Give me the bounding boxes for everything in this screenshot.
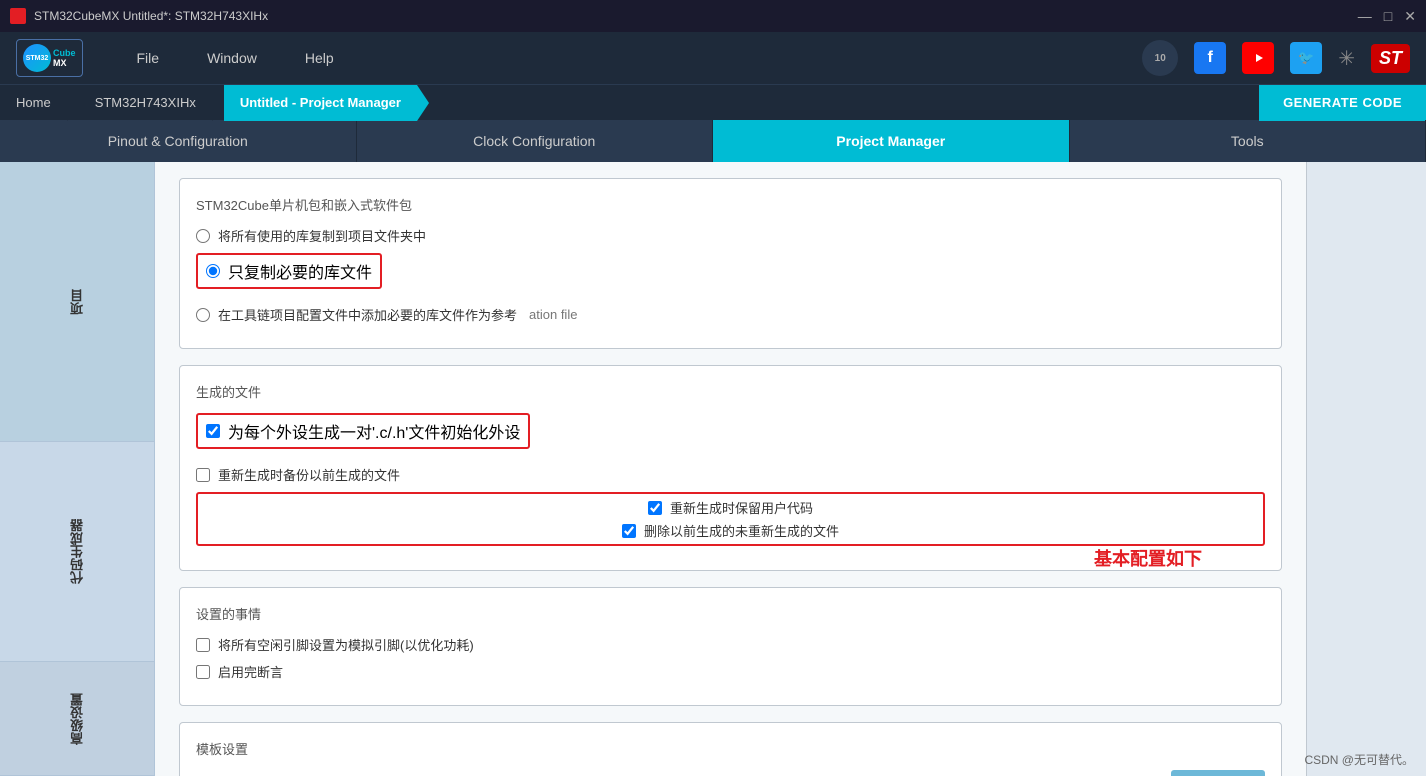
generated-files-wrapper: 生成的文件 为每个外设生成一对'.c/.h'文件初始化外设 重新生成时备份以前生… (179, 365, 1282, 571)
title-bar: STM32CubeMX Untitled*: STM32H743XIHx — □… (0, 0, 1426, 32)
generate-code-button[interactable]: GENERATE CODE (1259, 85, 1426, 121)
menu-window[interactable]: Window (183, 32, 281, 84)
checkbox-analog-pins-label: 将所有空闲引脚设置为模拟引脚(以优化功耗) (218, 635, 474, 654)
checkbox-assert[interactable]: 启用完断言 (196, 662, 1265, 681)
checkbox-delete-old-input[interactable] (622, 524, 636, 538)
checkbox-assert-input[interactable] (196, 665, 210, 679)
checkbox-backup[interactable]: 重新生成时备份以前生成的文件 (196, 465, 1265, 484)
menu-right-icons: 10 f 🐦 ✳ ST (1142, 40, 1410, 76)
breadcrumb-project-manager[interactable]: Untitled - Project Manager (224, 85, 417, 121)
radio-copy-all-input[interactable] (196, 229, 210, 243)
content-area: STM32Cube单片机包和嵌入式软件包 将所有使用的库复制到项目文件夹中 只复… (155, 162, 1306, 776)
main-area: 项目 代码生成器 高级设置 STM32Cube单片机包和嵌入式软件包 将所有使用… (0, 162, 1426, 776)
menu-bar: STM32 Cube MX File Window Help 10 f 🐦 ✳ … (0, 32, 1426, 84)
right-panel (1306, 162, 1426, 776)
checkbox-keep-user-label: 重新生成时保留用户代码 (670, 498, 813, 517)
checkbox-keep-user-wrapper: 重新生成时保留用户代码 删除以前生成的未重新生成的文件 (196, 492, 1265, 546)
checkbox-assert-label: 启用完断言 (218, 662, 283, 681)
app-icon (10, 8, 26, 24)
close-btn[interactable]: ✕ (1404, 8, 1416, 25)
menu-file[interactable]: File (113, 32, 184, 84)
checkbox-backup-input[interactable] (196, 468, 210, 482)
tab-bar: Pinout & Configuration Clock Configurati… (0, 120, 1426, 162)
settings-section-title: 设置的事情 (196, 604, 1265, 623)
sidebar-item-code-gen[interactable]: 代码生成器 (0, 442, 154, 662)
logo: STM32 Cube MX (16, 39, 83, 77)
checkbox-keep-user[interactable]: 重新生成时保留用户代码 (648, 498, 813, 517)
radio-reference-input[interactable] (196, 308, 210, 322)
watermark: CSDN @无可替代。 (1304, 751, 1414, 768)
minimize-btn[interactable]: — (1358, 8, 1372, 25)
star-network-icon: ✳ (1338, 46, 1355, 71)
tab-tools[interactable]: Tools (1070, 120, 1426, 162)
radio-reference[interactable]: 在工具链项目配置文件中添加必要的库文件作为参考 ation file (196, 305, 1265, 324)
breadcrumb-home[interactable]: Home (0, 85, 67, 121)
generated-files-section: 生成的文件 为每个外设生成一对'.c/.h'文件初始化外设 重新生成时备份以前生… (179, 365, 1282, 571)
checkbox-keep-user-input[interactable] (648, 501, 662, 515)
checkbox-analog-pins[interactable]: 将所有空闲引脚设置为模拟引脚(以优化功耗) (196, 635, 1265, 654)
annotation-text: 基本配置如下 (1094, 545, 1202, 571)
menu-help[interactable]: Help (281, 32, 358, 84)
sidebar: 项目 代码生成器 高级设置 (0, 162, 155, 776)
template-section-title: 模板设置 (196, 739, 1265, 758)
tab-clock[interactable]: Clock Configuration (357, 120, 714, 162)
sidebar-sections: 项目 代码生成器 高级设置 (0, 162, 154, 776)
package-section: STM32Cube单片机包和嵌入式软件包 将所有使用的库复制到项目文件夹中 只复… (179, 178, 1282, 349)
checkbox-analog-pins-input[interactable] (196, 638, 210, 652)
template-row: 选择一个模板来生成自定义代码 Settings... (196, 770, 1265, 776)
checkbox-backup-label: 重新生成时备份以前生成的文件 (218, 465, 400, 484)
settings-button[interactable]: Settings... (1171, 770, 1265, 776)
package-section-title: STM32Cube单片机包和嵌入式软件包 (196, 195, 1265, 214)
checkbox-per-file-input[interactable] (206, 424, 220, 438)
checkbox-delete-old[interactable]: 删除以前生成的未重新生成的文件 (622, 521, 839, 540)
radio-copy-essential-highlight: 只复制必要的库文件 (196, 253, 382, 289)
breadcrumb-chip[interactable]: STM32H743XIHx (79, 85, 212, 121)
generated-files-title: 生成的文件 (196, 382, 1265, 401)
radio-copy-all-label: 将所有使用的库复制到项目文件夹中 (218, 226, 426, 245)
version-icon: 10 (1142, 40, 1178, 76)
checkbox-per-file-label: 为每个外设生成一对'.c/.h'文件初始化外设 (228, 419, 520, 443)
radio-reference-label: 在工具链项目配置文件中添加必要的库文件作为参考 (218, 305, 517, 324)
checkbox-delete-old-label: 删除以前生成的未重新生成的文件 (644, 521, 839, 540)
template-section: 模板设置 选择一个模板来生成自定义代码 Settings... (179, 722, 1282, 776)
radio-copy-essential-input[interactable] (206, 264, 220, 278)
settings-section: 设置的事情 将所有空闲引脚设置为模拟引脚(以优化功耗) 启用完断言 (179, 587, 1282, 706)
breadcrumb-bar: Home STM32H743XIHx Untitled - Project Ma… (0, 84, 1426, 120)
title-bar-text: STM32CubeMX Untitled*: STM32H743XIHx (34, 9, 268, 23)
radio-reference-suffix: ation file (529, 307, 577, 322)
checkbox-per-file-highlight: 为每个外设生成一对'.c/.h'文件初始化外设 (196, 413, 530, 449)
youtube-icon[interactable] (1242, 42, 1274, 74)
checkbox-per-file-wrapper: 为每个外设生成一对'.c/.h'文件初始化外设 (196, 413, 1265, 457)
restore-btn[interactable]: □ (1384, 8, 1392, 25)
st-brand-logo: ST (1371, 44, 1410, 73)
logo-box: STM32 Cube MX (16, 39, 83, 77)
sidebar-item-advanced[interactable]: 高级设置 (0, 662, 154, 776)
radio-copy-essential-label: 只复制必要的库文件 (228, 259, 372, 283)
tab-project-manager[interactable]: Project Manager (713, 120, 1070, 162)
sidebar-item-project[interactable]: 项目 (0, 162, 154, 442)
radio-copy-all[interactable]: 将所有使用的库复制到项目文件夹中 (196, 226, 1265, 245)
facebook-icon[interactable]: f (1194, 42, 1226, 74)
tab-pinout[interactable]: Pinout & Configuration (0, 120, 357, 162)
twitter-icon[interactable]: 🐦 (1290, 42, 1322, 74)
checkbox-keep-user-highlight: 重新生成时保留用户代码 删除以前生成的未重新生成的文件 (196, 492, 1265, 546)
